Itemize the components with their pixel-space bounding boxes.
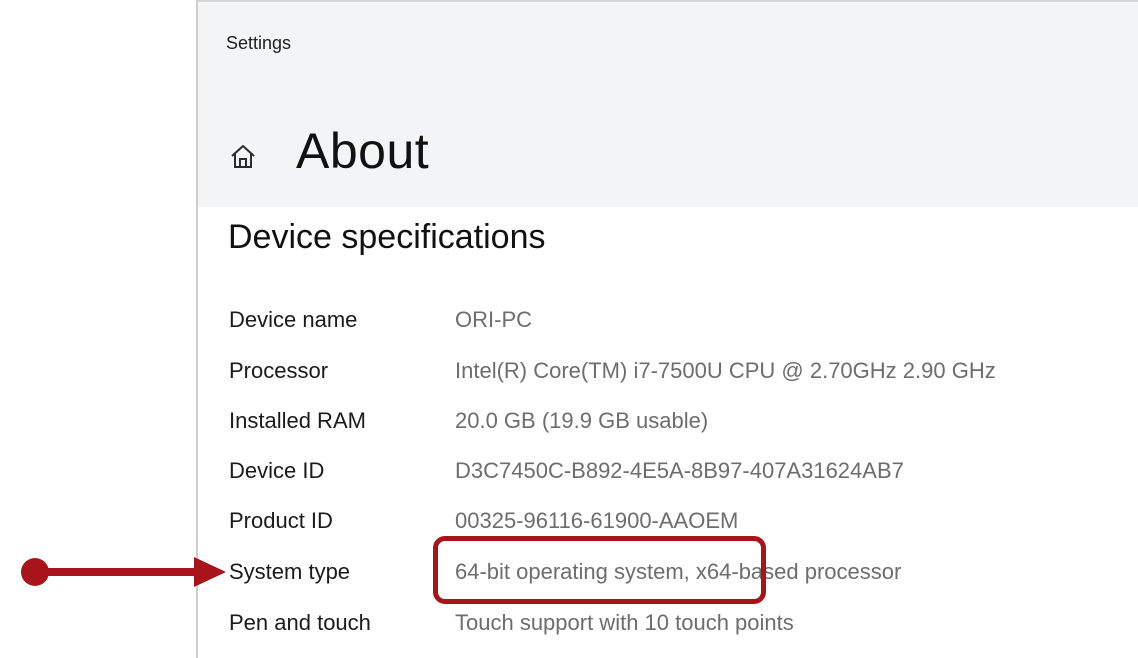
spec-label: Installed RAM xyxy=(229,408,366,433)
spec-value[interactable]: 20.0 GB (19.9 GB usable) xyxy=(455,408,708,434)
spec-label: Product ID xyxy=(229,508,333,533)
app-title: Settings xyxy=(226,33,292,53)
page-title: About xyxy=(296,123,430,179)
section-title: Device specifications xyxy=(228,218,546,256)
spec-label: Processor xyxy=(229,358,329,383)
spec-label: Device name xyxy=(229,307,358,332)
system-type-label: System type xyxy=(229,559,351,584)
spec-value[interactable]: ORI-PC xyxy=(455,307,532,333)
header-band: Settings About xyxy=(198,0,1138,207)
spec-label: Device ID xyxy=(229,458,325,483)
spec-value[interactable]: 00325-96116-61900-AAOEM xyxy=(455,508,738,534)
spec-value[interactable]: Touch support with 10 touch points xyxy=(455,610,794,636)
pointer-arrow-icon xyxy=(21,557,226,587)
spec-label: Pen and touch xyxy=(229,610,371,635)
spec-value[interactable]: D3C7450C-B892-4E5A-8B97-407A31624AB7 xyxy=(455,458,904,484)
home-icon[interactable] xyxy=(229,142,257,170)
spec-value[interactable]: Intel(R) Core(TM) i7-7500U CPU @ 2.70GHz… xyxy=(455,358,996,384)
highlight-box xyxy=(433,536,766,604)
